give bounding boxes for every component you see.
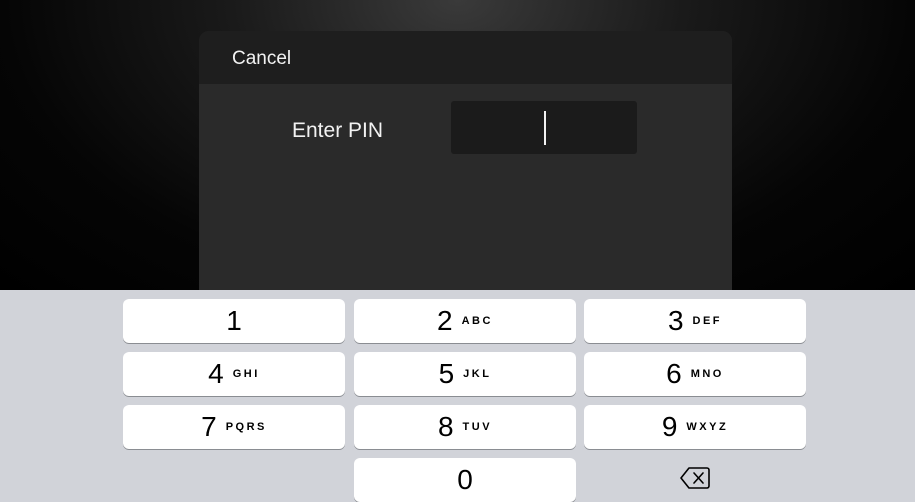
pin-input[interactable] [451,101,637,154]
text-caret [544,111,546,145]
key-letters: JKL [463,368,492,380]
dialog-header: Cancel [199,31,732,84]
numeric-keypad: 1 2 ABC 3 DEF 4 GHI 5 JKL 6 MNO 7 PQRS 8… [0,290,915,502]
key-digit: 4 [208,358,224,389]
key-digit: 3 [667,305,684,336]
key-6[interactable]: 6 MNO [584,352,806,396]
key-letters: DEF [692,315,723,327]
key-0[interactable]: 0 [354,458,576,502]
key-1[interactable]: 1 [123,299,345,343]
key-letters: PQRS [225,421,267,433]
backspace-icon [680,466,710,494]
key-7[interactable]: 7 PQRS [123,405,345,449]
pin-dialog: Cancel Enter PIN [199,31,732,290]
key-digit: 0 [457,464,473,495]
key-9[interactable]: 9 WXYZ [584,405,806,449]
key-3[interactable]: 3 DEF [584,299,806,343]
key-letters: GHI [232,368,260,380]
key-5[interactable]: 5 JKL [354,352,576,396]
key-letters: WXYZ [686,421,729,433]
pin-label: Enter PIN [292,119,384,142]
key-digit: 9 [661,411,678,442]
key-letters: MNO [690,368,724,380]
key-digit: 6 [666,358,682,389]
key-2[interactable]: 2 ABC [354,299,576,343]
key-digit: 8 [437,411,454,442]
key-letters: ABC [461,315,493,327]
key-8[interactable]: 8 TUV [354,405,576,449]
key-4[interactable]: 4 GHI [123,352,345,396]
delete-key[interactable] [584,458,806,502]
key-digit: 1 [226,305,242,336]
key-digit: 7 [201,411,217,442]
cancel-button[interactable]: Cancel [232,48,291,70]
key-digit: 5 [438,358,455,389]
key-digit: 2 [437,305,453,336]
key-letters: TUV [462,421,493,433]
